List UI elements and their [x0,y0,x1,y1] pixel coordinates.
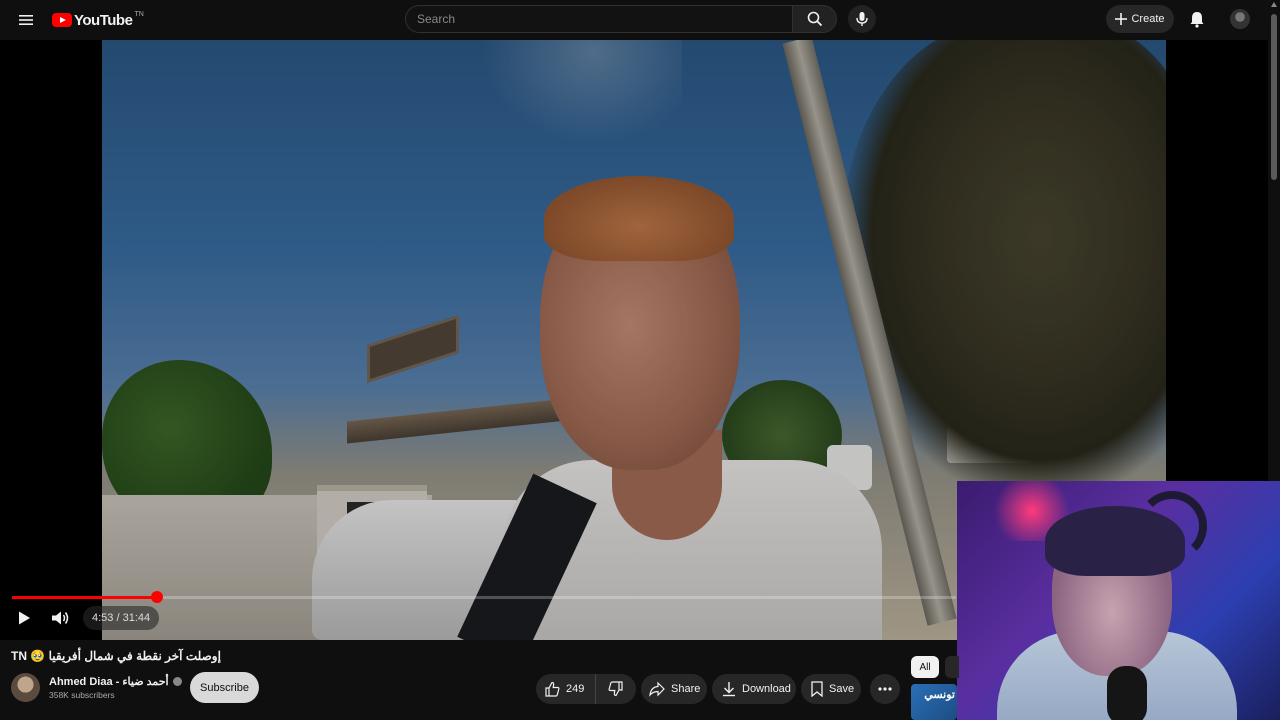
youtube-logo[interactable]: YouTube TN [52,10,144,30]
volume-button[interactable] [51,610,71,626]
mic-icon [856,12,868,26]
voice-search-button[interactable] [848,5,876,33]
menu-icon[interactable] [16,10,36,30]
more-actions-button[interactable] [870,674,900,704]
play-icon [19,611,30,625]
share-icon [649,681,665,697]
share-button[interactable]: Share [641,674,707,704]
save-button[interactable]: Save [801,674,861,704]
volume-icon [52,611,69,625]
scroll-up-arrow[interactable] [1271,2,1277,7]
dislike-button[interactable] [596,674,636,704]
like-count: 249 [566,683,585,695]
related-video-thumbnail[interactable]: تونسي [911,684,957,720]
logo-country: TN [134,10,144,18]
download-button[interactable]: Download [712,674,796,704]
search-input[interactable]: Search [405,5,792,33]
save-icon [811,681,823,697]
progress-fill [12,596,158,599]
create-label: Create [1131,13,1165,25]
subscribe-button[interactable]: Subscribe [190,672,259,703]
plus-icon [1115,13,1128,25]
youtube-logo-icon [52,13,72,27]
account-avatar[interactable] [1230,9,1250,29]
dislike-icon [608,681,623,697]
create-button[interactable]: Create [1106,5,1174,33]
progress-bar[interactable] [12,591,956,603]
share-label: Share [671,683,701,695]
bell-icon[interactable] [1187,9,1207,29]
like-icon [545,681,560,697]
like-button[interactable]: 249 [536,674,596,704]
logo-text: YouTube [74,11,133,29]
chip-next[interactable] [945,656,959,678]
channel-name[interactable]: Ahmed Diaa - أحمد ضياء [49,675,182,688]
scroll-thumb[interactable] [1271,14,1277,180]
chip-all[interactable]: All [911,656,939,678]
verified-icon [172,677,182,686]
download-icon [723,682,735,697]
time-display: 4:53 / 31:44 [83,606,160,630]
like-dislike-group: 249 [536,674,636,704]
top-bar: YouTube TN Search Create [0,0,1280,40]
search-placeholder: Search [417,12,456,26]
search-button[interactable] [792,5,837,33]
channel-name-text[interactable]: Ahmed Diaa - أحمد ضياء [49,676,169,688]
channel-avatar[interactable] [11,673,40,702]
thumbnail-text: تونسي [924,689,955,701]
download-label: Download [742,683,791,695]
save-label: Save [829,683,855,695]
more-icon [878,687,892,691]
search-icon [807,11,822,27]
facecam-overlay [957,481,1280,720]
video-title: TN 🥹 إوصلت آخر نقطة في شمال أفريقيا [11,649,221,663]
play-button[interactable] [16,610,32,626]
subscriber-count: 358K subscribers [49,690,115,700]
